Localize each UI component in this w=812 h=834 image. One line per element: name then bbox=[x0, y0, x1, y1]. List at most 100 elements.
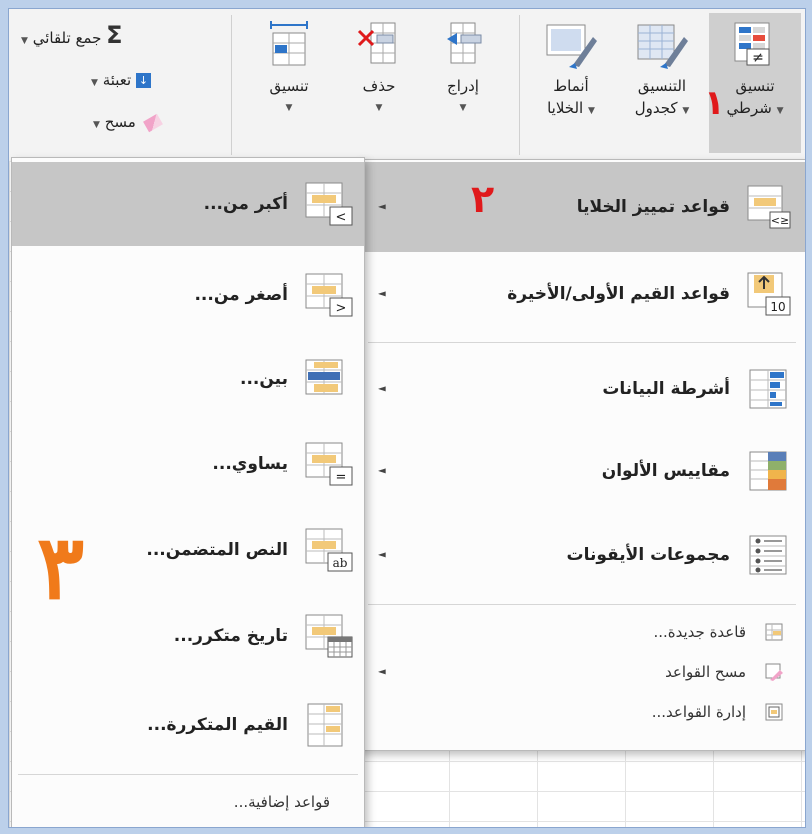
menu-item-label: قواعد تمييز الخلايا bbox=[576, 197, 730, 217]
submenu-arrow-icon: ◄ bbox=[378, 549, 386, 561]
between-icon bbox=[305, 359, 343, 395]
clear-rules-icon bbox=[765, 663, 783, 681]
dropdown-arrow-icon: ▼ bbox=[682, 106, 690, 116]
menu-item-color-scales[interactable]: مقاييس الألوان ◄ bbox=[358, 430, 805, 512]
text-contains-icon: ab bbox=[305, 528, 353, 572]
format-as-table-button[interactable]: التنسيق كجدول ▼ bbox=[617, 13, 707, 153]
menu-item-icon-sets[interactable]: مجموعات الأيقونات ◄ bbox=[358, 512, 805, 598]
menu-item-between[interactable]: بين... bbox=[12, 338, 364, 420]
menu-item-label: إدارة القواعد... bbox=[651, 703, 746, 721]
submenu-arrow-icon: ◄ bbox=[378, 666, 386, 678]
highlight-cells-rules-submenu: > أكبر من... < أصغر من... بين... = يساوي… bbox=[11, 157, 365, 827]
menu-item-clear-rules[interactable]: مسح القواعد ◄ bbox=[358, 652, 805, 692]
step-1-annotation: ١ bbox=[704, 83, 725, 123]
autosum-button[interactable]: Σ جمع تلقائي ▼ bbox=[21, 21, 123, 49]
highlight-cells-rules-icon: ≤> bbox=[747, 185, 791, 229]
excel-window: ≠ تنسيق شرطي ▼ التنسيق كجدول ▼ أنماط الخ… bbox=[8, 8, 806, 828]
autosum-label: جمع تلقائي bbox=[32, 29, 102, 47]
less-equal-glyph: ≤> bbox=[771, 214, 789, 227]
less-than-icon: < bbox=[305, 273, 353, 317]
menu-item-label: مقاييس الألوان bbox=[601, 461, 730, 481]
submenu-arrow-icon: ◄ bbox=[378, 383, 386, 395]
format-as-table-label-2: كجدول bbox=[634, 99, 678, 117]
menu-item-manage-rules[interactable]: إدارة القواعد... bbox=[358, 692, 805, 732]
menu-item-label: قواعد إضافية... bbox=[233, 793, 330, 811]
dropdown-arrow-icon: ▼ bbox=[93, 120, 100, 130]
menu-separator bbox=[18, 774, 358, 775]
ten-glyph: 10 bbox=[770, 300, 785, 314]
clear-label: مسح bbox=[104, 113, 136, 131]
delete-cells-icon bbox=[357, 22, 396, 64]
step-3-annotation: ٣ bbox=[37, 515, 85, 619]
conditional-formatting-menu: ≤> قواعد تمييز الخلايا ◄ 10 قواعد القيم … bbox=[357, 159, 805, 751]
delete-button[interactable]: حذف ▼ bbox=[341, 13, 417, 153]
equal-glyph: = bbox=[336, 470, 347, 485]
greater-than-icon: > bbox=[305, 182, 353, 226]
icon-sets-icon bbox=[749, 535, 787, 575]
cell-styles-label-1: أنماط bbox=[553, 77, 589, 95]
submenu-arrow-icon: ◄ bbox=[378, 288, 386, 300]
conditional-formatting-icon: ≠ bbox=[734, 22, 770, 66]
eraser-icon bbox=[142, 113, 163, 132]
conditional-formatting-label-2: شرطي bbox=[726, 99, 772, 117]
menu-item-greater-than[interactable]: > أكبر من... bbox=[12, 162, 364, 246]
menu-item-label: قواعد القيم الأولى/الأخيرة bbox=[507, 284, 730, 304]
menu-item-top-bottom-rules[interactable]: 10 قواعد القيم الأولى/الأخيرة ◄ bbox=[358, 252, 805, 336]
dropdown-arrow-icon: ▼ bbox=[776, 106, 784, 116]
cell-styles-button[interactable]: أنماط الخلايا ▼ bbox=[527, 13, 615, 153]
fill-down-icon: ↓ bbox=[136, 73, 151, 88]
menu-item-label: تاريخ متكرر... bbox=[173, 626, 288, 646]
submenu-arrow-icon: ◄ bbox=[378, 201, 386, 213]
insert-button[interactable]: إدراج ▼ bbox=[425, 13, 501, 153]
greater-than-glyph: > bbox=[336, 210, 347, 225]
cell-styles-label-2: الخلايا bbox=[547, 99, 584, 117]
equal-to-icon: = bbox=[305, 442, 353, 486]
submenu-arrow-icon: ◄ bbox=[378, 465, 386, 477]
cell-styles-icon bbox=[546, 24, 597, 69]
new-rule-icon bbox=[765, 623, 783, 641]
dropdown-arrow-icon: ▼ bbox=[587, 106, 595, 116]
dropdown-arrow-icon: ▼ bbox=[21, 36, 28, 46]
menu-item-label: أصغر من... bbox=[194, 285, 288, 305]
not-equal-glyph: ≠ bbox=[752, 50, 764, 66]
fill-label: تعبئة bbox=[102, 71, 132, 89]
dropdown-arrow-icon: ▼ bbox=[285, 103, 293, 113]
menu-item-data-bars[interactable]: أشرطة البيانات ◄ bbox=[358, 348, 805, 430]
duplicate-values-icon bbox=[307, 703, 343, 747]
menu-item-label: أكبر من... bbox=[203, 194, 288, 214]
menu-item-less-than[interactable]: < أصغر من... bbox=[12, 254, 364, 336]
insert-cells-icon bbox=[447, 22, 482, 64]
menu-item-label: النص المتضمن... bbox=[146, 540, 288, 560]
menu-item-label: قاعدة جديدة... bbox=[653, 623, 746, 641]
menu-item-label: مسح القواعد bbox=[665, 663, 746, 681]
menu-item-highlight-cells-rules[interactable]: ≤> قواعد تمييز الخلايا ◄ bbox=[358, 162, 805, 252]
manage-rules-icon bbox=[765, 703, 783, 721]
ab-glyph: ab bbox=[333, 556, 348, 570]
menu-item-label: يساوي... bbox=[212, 454, 288, 474]
top-bottom-rules-icon: 10 bbox=[747, 272, 791, 316]
dropdown-arrow-icon: ▼ bbox=[459, 103, 467, 113]
color-scales-icon bbox=[749, 451, 787, 491]
dropdown-arrow-icon: ▼ bbox=[91, 78, 98, 88]
format-label: تنسيق bbox=[269, 77, 309, 95]
clear-button[interactable]: مسح ▼ bbox=[93, 113, 163, 132]
format-cells-icon bbox=[270, 21, 308, 66]
fill-button[interactable]: ↓ تعبئة ▼ bbox=[91, 71, 151, 89]
ribbon-group-separator bbox=[519, 15, 520, 155]
delete-label: حذف bbox=[362, 77, 396, 95]
menu-item-equal-to[interactable]: = يساوي... bbox=[12, 422, 364, 506]
date-occurring-icon bbox=[305, 614, 353, 658]
menu-separator bbox=[368, 342, 796, 343]
step-2-annotation: ٢ bbox=[471, 177, 495, 221]
ribbon: ≠ تنسيق شرطي ▼ التنسيق كجدول ▼ أنماط الخ… bbox=[9, 9, 805, 162]
menu-item-label: أشرطة البيانات bbox=[602, 379, 730, 399]
menu-item-new-rule[interactable]: قاعدة جديدة... bbox=[358, 612, 805, 652]
menu-item-duplicate-values[interactable]: القيم المتكررة... bbox=[12, 682, 364, 768]
menu-item-label: مجموعات الأيقونات bbox=[566, 545, 730, 565]
menu-item-more-rules[interactable]: قواعد إضافية... bbox=[12, 780, 364, 824]
format-button[interactable]: تنسيق ▼ bbox=[245, 13, 333, 153]
format-as-table-icon bbox=[637, 24, 688, 69]
data-bars-icon bbox=[749, 369, 787, 409]
less-than-glyph: < bbox=[336, 301, 347, 316]
ribbon-group-separator bbox=[231, 15, 232, 155]
